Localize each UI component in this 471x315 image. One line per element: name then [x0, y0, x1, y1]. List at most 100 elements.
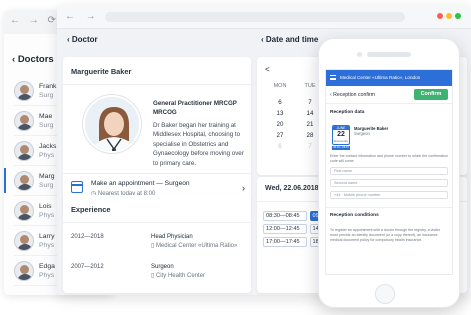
camera-icon [357, 52, 362, 57]
minimize-icon[interactable] [446, 13, 452, 19]
doctor-card: Marguerite Baker General Practitioner MR… [63, 57, 251, 217]
avatar [14, 80, 34, 101]
close-icon[interactable] [437, 13, 443, 19]
doctor-spec: Phys [39, 151, 55, 159]
time-slot[interactable]: 08:30—08:45 [263, 211, 307, 221]
conditions-text: To register an appointment with a doctor… [330, 228, 440, 242]
calendar-day[interactable]: 27 [265, 132, 295, 139]
doctors-title: ‹ Doctors [12, 54, 54, 65]
maximize-icon[interactable] [455, 13, 461, 19]
doctor-spec: Surg [39, 121, 54, 129]
doctor-portrait-icon [85, 97, 139, 151]
weekday-label: MON [273, 83, 287, 89]
divider [63, 222, 251, 223]
calendar-prev-icon[interactable]: < [265, 65, 270, 74]
doctor-bio: Dr Baker began her training at Middlesex… [153, 122, 244, 167]
appointment-title: Make an appointment — Surgeon [91, 180, 190, 187]
date-header: ‹ Date and time [261, 35, 318, 44]
doctor-spec: Phys [39, 211, 55, 219]
phone-mockup: Medical Center «Ultima Ratio», London ‹ … [318, 38, 460, 308]
time-slot[interactable]: 17:00—17:45 [263, 237, 307, 247]
divider [326, 207, 452, 208]
calendar-day[interactable]: 20 [265, 121, 295, 128]
avatar [14, 260, 34, 281]
doctor-title: General Practitioner MRCGP MRCOG [153, 100, 237, 116]
calendar-day[interactable]: 6 [265, 143, 295, 150]
speaker-icon [367, 52, 411, 57]
first-name-field[interactable]: First name [330, 167, 448, 175]
menu-icon[interactable] [330, 75, 336, 80]
experience-position: Surgeon ▯ City Health Center [151, 263, 247, 280]
doctors-title-text: Doctors [17, 54, 54, 65]
position-title: Head Physician [151, 234, 193, 240]
avatar [14, 200, 34, 221]
doctor-name-spec: Edga Phys [39, 262, 55, 280]
experience-title: Experience [71, 205, 111, 214]
doctor-spec: Surg [39, 181, 54, 189]
position-title: Surgeon [151, 264, 174, 270]
date-weekday: Wednesday [333, 139, 349, 143]
back-link[interactable]: ‹ Reception confirm [330, 92, 375, 98]
divider [63, 173, 251, 174]
experience-years: 2012—2018 [71, 234, 104, 240]
doctor-photo [83, 95, 141, 153]
reception-doctor: Marguerite Baker Surgeon [354, 126, 388, 137]
position-org: ▯ City Health Center [151, 273, 205, 279]
doctor-header: ‹ Doctor [67, 35, 98, 44]
position-org: ▯ Medical Center «Ultima Ratio» [151, 243, 237, 249]
doctor-name-spec: Mae Surg [39, 112, 53, 130]
doctor-name-spec: Jacks Phys [39, 142, 56, 160]
reception-doctor-spec: Surgeon [354, 131, 370, 137]
phone-field[interactable]: +44 · Mobile phone number [330, 191, 448, 199]
doctor-name-spec: Marg Surg [39, 172, 55, 190]
phone-screen: Medical Center «Ultima Ratio», London ‹ … [325, 69, 453, 275]
second-name-field[interactable]: Second name [330, 179, 448, 187]
doctor-name: Edga [39, 262, 55, 270]
confirm-button[interactable]: Confirm [414, 89, 448, 100]
experience-card: Experience 2012—2018 Head Physician ▯ Med… [63, 195, 251, 293]
app-bar: Medical Center «Ultima Ratio», London [326, 70, 452, 86]
reception-data-title: Reception data [330, 110, 365, 115]
instructions-text: Enter the contact information and phone … [330, 154, 448, 163]
doctor-name: Mae [39, 112, 53, 120]
address-bar[interactable] [105, 12, 405, 22]
doctor-header-text: Doctor [71, 35, 98, 44]
avatar [14, 140, 34, 161]
calendar-day[interactable]: 6 [265, 99, 295, 106]
avatar [14, 170, 34, 191]
avatar [14, 110, 34, 131]
avatar [14, 230, 34, 251]
nav-arrows-icon[interactable]: ← → ⟳ [10, 15, 59, 26]
date-time: 08:30—08:45 [332, 146, 350, 150]
home-button[interactable] [375, 284, 395, 304]
doctor-name-spec: Larry Phys [39, 232, 55, 250]
position-org-text: Medical Center «Ultima Ratio» [155, 242, 238, 249]
doctor-name: Larry [39, 232, 55, 240]
doctor-spec: Phys [39, 241, 55, 249]
time-slot[interactable]: 12:00—12:45 [263, 224, 307, 234]
calendar-day[interactable]: 13 [265, 110, 295, 117]
date-header-text: Date and time [265, 35, 319, 44]
doctor-name-spec: Frank Surg [39, 82, 56, 100]
doctor-spec: Surg [39, 91, 54, 99]
experience-position: Head Physician ▯ Medical Center «Ultima R… [151, 233, 247, 250]
browser-toolbar: ← → ⟳ [57, 5, 471, 29]
calendar-icon [71, 181, 83, 193]
chevron-right-icon: › [242, 183, 245, 193]
doctor-spec: Phys [39, 271, 55, 279]
date-day: 22 [337, 131, 345, 138]
experience-years: 2007—2012 [71, 264, 104, 270]
sub-header: ‹ Reception confirm Confirm [326, 86, 452, 104]
conditions-title: Reception conditions [330, 213, 379, 218]
position-org-text: City Health Center [155, 272, 205, 279]
window-controls [437, 13, 461, 19]
divider [63, 84, 251, 85]
doctor-name: Jacks [39, 142, 57, 150]
date-badge: JUNE 22 Wednesday [332, 125, 350, 145]
doctor-name: Marg [39, 172, 55, 180]
screenshot-stage: ← → ⟳ ‹ Doctors Frank Surg Mae Surg Jacks P… [0, 0, 471, 315]
doctor-name-spec: Lois Phys [39, 202, 54, 220]
doctor-name: Marguerite Baker [71, 67, 132, 76]
back-link-label: Reception confirm [333, 92, 375, 98]
doctor-name: Lois [39, 202, 52, 210]
